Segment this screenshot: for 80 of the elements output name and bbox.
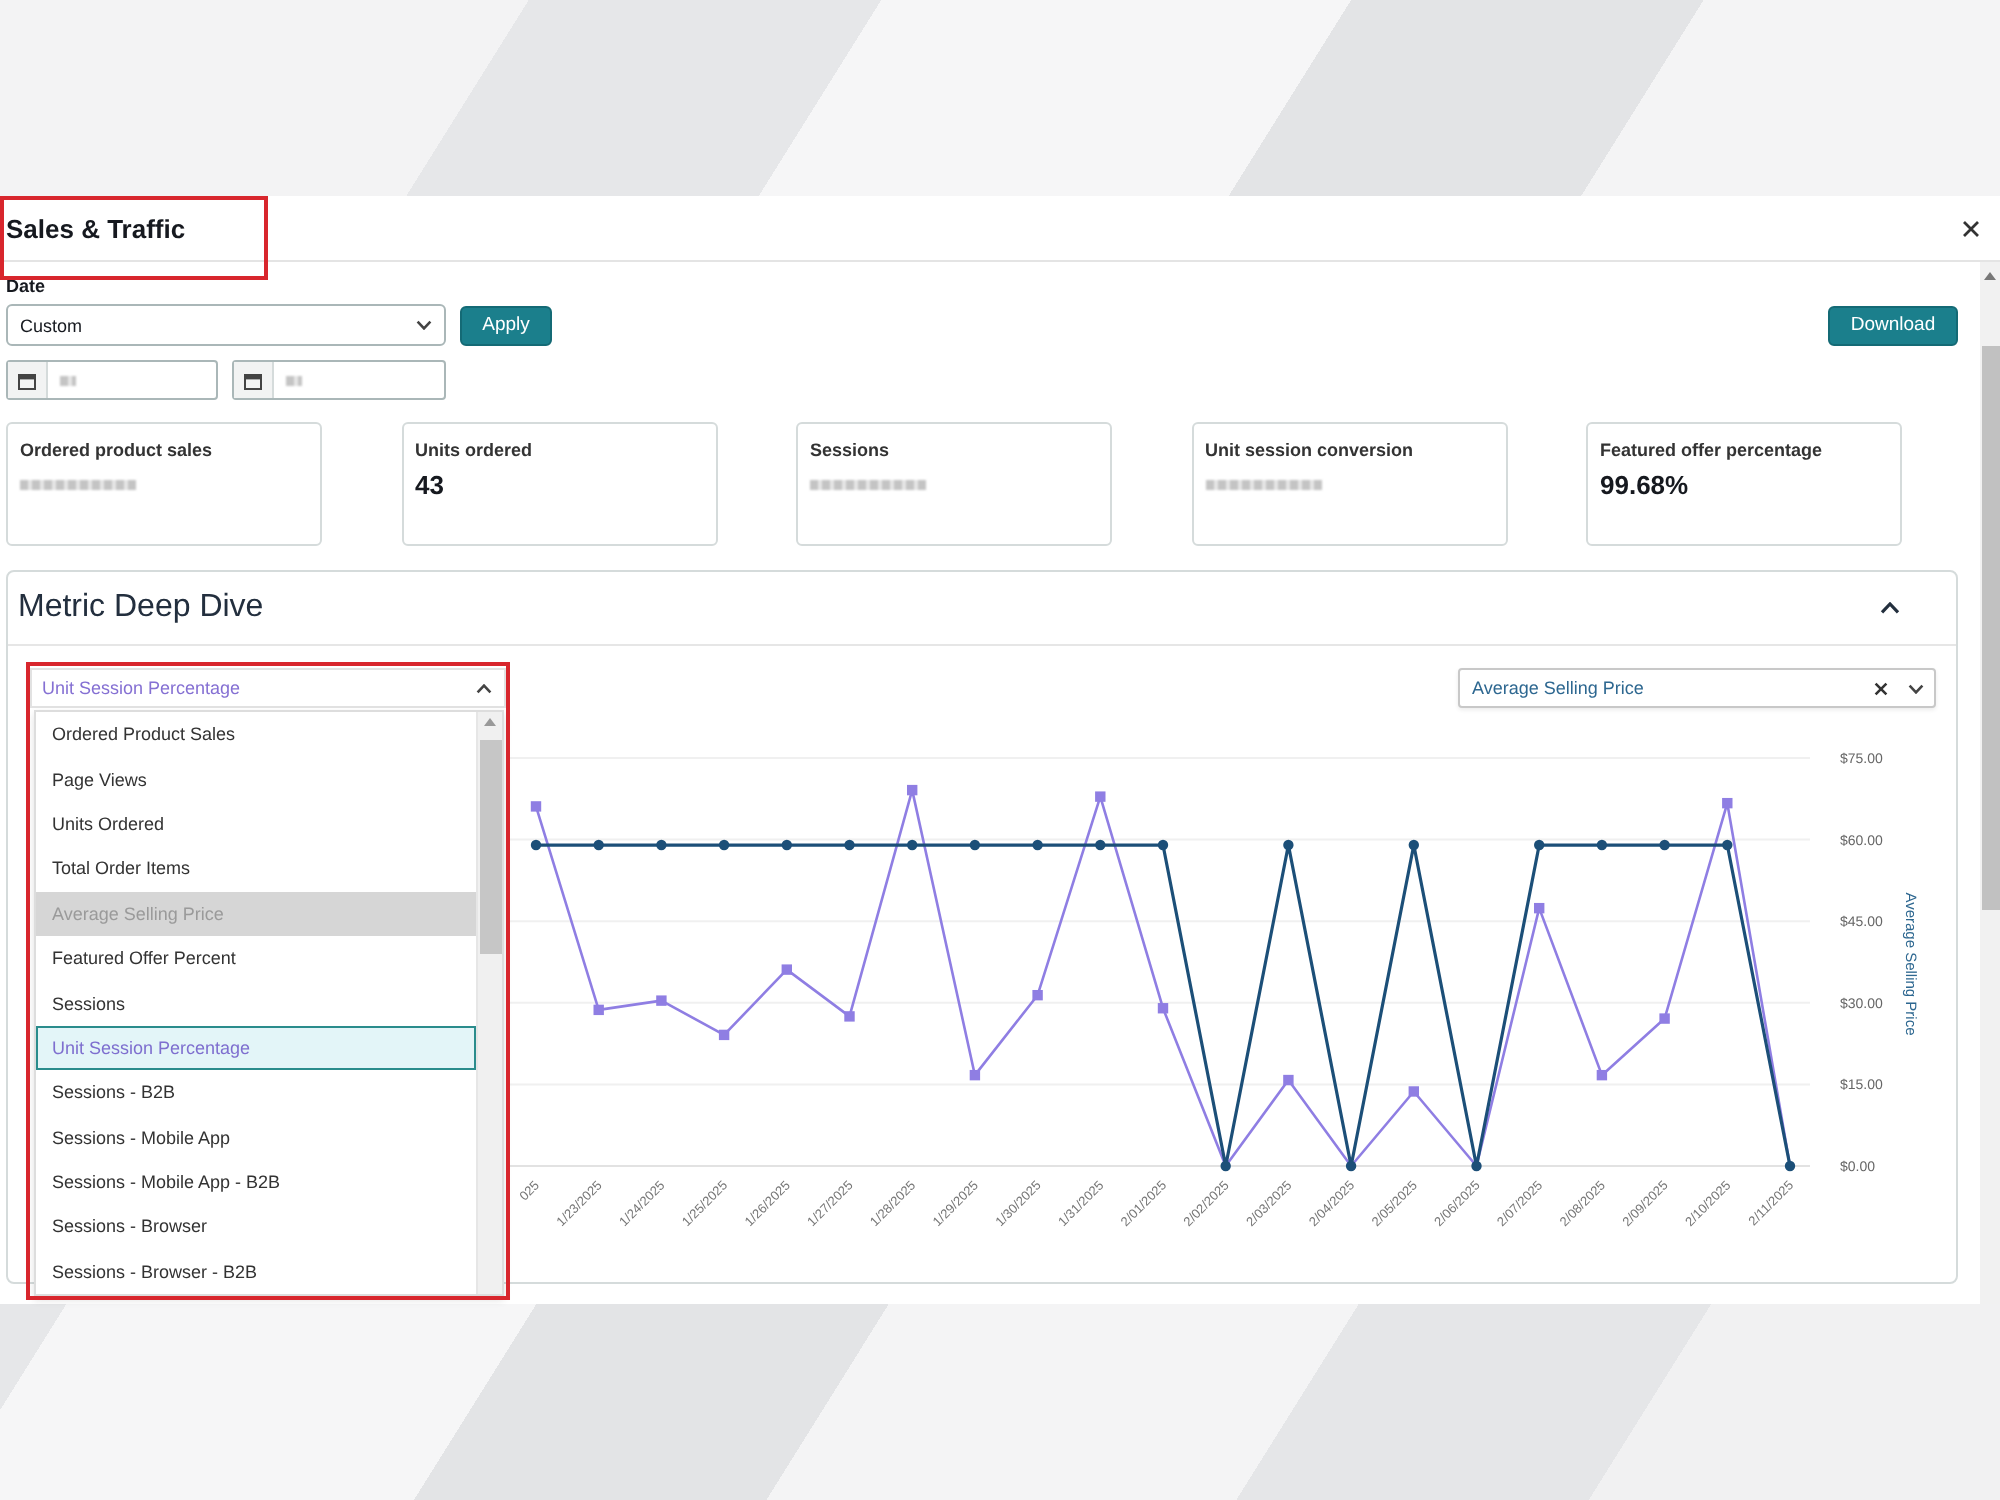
- download-button[interactable]: Download: [1828, 305, 1958, 345]
- chevron-down-icon: [416, 320, 432, 330]
- dropdown-option[interactable]: Sessions: [36, 980, 476, 1026]
- scrollbar-thumb[interactable]: [1981, 346, 1999, 910]
- data-point: [1722, 797, 1733, 809]
- dropdown-option[interactable]: Unit Session Percentage: [36, 1025, 476, 1071]
- metric-label: Unit session conversion: [1205, 438, 1416, 462]
- data-point: [969, 1069, 981, 1081]
- scrollbar[interactable]: [1980, 262, 2000, 1304]
- dropdown-option[interactable]: Featured Offer Percent: [36, 935, 476, 981]
- scroll-up-icon[interactable]: [1984, 272, 1996, 280]
- dropdown-option[interactable]: Sessions - B2B: [36, 1070, 476, 1116]
- scrollbar[interactable]: [476, 712, 502, 1294]
- data-point: [1408, 1086, 1419, 1097]
- chevron-up-icon[interactable]: [1880, 602, 1900, 614]
- data-point: [1659, 839, 1670, 851]
- data-point: [969, 839, 981, 851]
- data-point: [1095, 791, 1106, 802]
- metric-label: Units ordered: [415, 438, 535, 462]
- date-field[interactable]: [232, 360, 446, 400]
- calendar-icon[interactable]: [8, 362, 48, 398]
- data-point: [781, 964, 792, 975]
- apply-button[interactable]: Apply: [460, 305, 552, 345]
- data-point: [844, 839, 855, 851]
- data-point: [1157, 839, 1169, 851]
- dropdown-option[interactable]: Total Order Items: [36, 846, 476, 892]
- metric-value: 99.68%: [1600, 470, 1691, 502]
- data-point: [1596, 839, 1608, 851]
- data-point: [1220, 1160, 1231, 1172]
- dropdown-option[interactable]: Sessions - Browser: [36, 1204, 476, 1250]
- data-point: [593, 839, 604, 851]
- data-point: [1283, 1074, 1294, 1086]
- data-point: [1283, 839, 1294, 851]
- data-point: [1095, 839, 1106, 851]
- date-field[interactable]: [6, 360, 218, 400]
- data-point: [1659, 1013, 1670, 1024]
- metric-label: Featured offer percentage: [1600, 438, 1825, 462]
- panel-title: Metric Deep Dive: [18, 590, 264, 626]
- data-point: [656, 839, 667, 851]
- data-point: [656, 995, 667, 1006]
- dropdown-option[interactable]: Units Ordered: [36, 801, 476, 847]
- dropdown-option[interactable]: Sessions - Browser - B2B: [36, 1249, 476, 1295]
- scrollbar-thumb[interactable]: [479, 740, 501, 954]
- close-icon[interactable]: [1962, 219, 1980, 237]
- field-label: Date: [6, 274, 48, 298]
- data-point: [1157, 1003, 1169, 1014]
- data-point: [1534, 839, 1545, 851]
- metric-value: 43: [415, 470, 446, 502]
- data-point: [1784, 1160, 1796, 1172]
- scroll-up-icon[interactable]: [484, 718, 496, 726]
- dropdown-option[interactable]: Page Views: [36, 756, 476, 802]
- data-point: [1032, 990, 1043, 1001]
- data-point: [1408, 839, 1419, 851]
- dialog-title: Sales & Traffic: [6, 213, 186, 243]
- dropdown-option[interactable]: Sessions - Mobile App - B2B: [36, 1159, 476, 1205]
- data-point: [1722, 839, 1733, 851]
- metric-label: Sessions: [810, 438, 892, 462]
- series-select[interactable]: Average Selling Price: [1458, 668, 1936, 708]
- data-point: [907, 839, 918, 851]
- chevron-down-icon: [1908, 683, 1924, 693]
- data-point: [718, 839, 730, 851]
- dropdown-option[interactable]: Sessions - Mobile App: [36, 1115, 476, 1160]
- data-point: [907, 784, 918, 796]
- dropdown-option[interactable]: Ordered Product Sales: [36, 712, 476, 757]
- data-point: [593, 1004, 604, 1016]
- metric-label: Ordered product sales: [20, 438, 215, 462]
- data-point: [1471, 1160, 1482, 1172]
- data-point: [530, 839, 542, 851]
- calendar-icon[interactable]: [234, 362, 274, 398]
- data-point: [844, 1011, 855, 1022]
- date-range-select[interactable]: Custom: [6, 304, 446, 346]
- data-point: [718, 1029, 730, 1041]
- data-point: [1032, 839, 1043, 851]
- data-point: [1534, 902, 1545, 914]
- data-point: [1596, 1069, 1608, 1081]
- data-point: [781, 839, 792, 851]
- data-point: [530, 801, 542, 812]
- data-point: [1345, 1160, 1357, 1172]
- clear-icon[interactable]: [1874, 681, 1888, 695]
- metric-select[interactable]: Unit Session Percentage: [30, 668, 506, 708]
